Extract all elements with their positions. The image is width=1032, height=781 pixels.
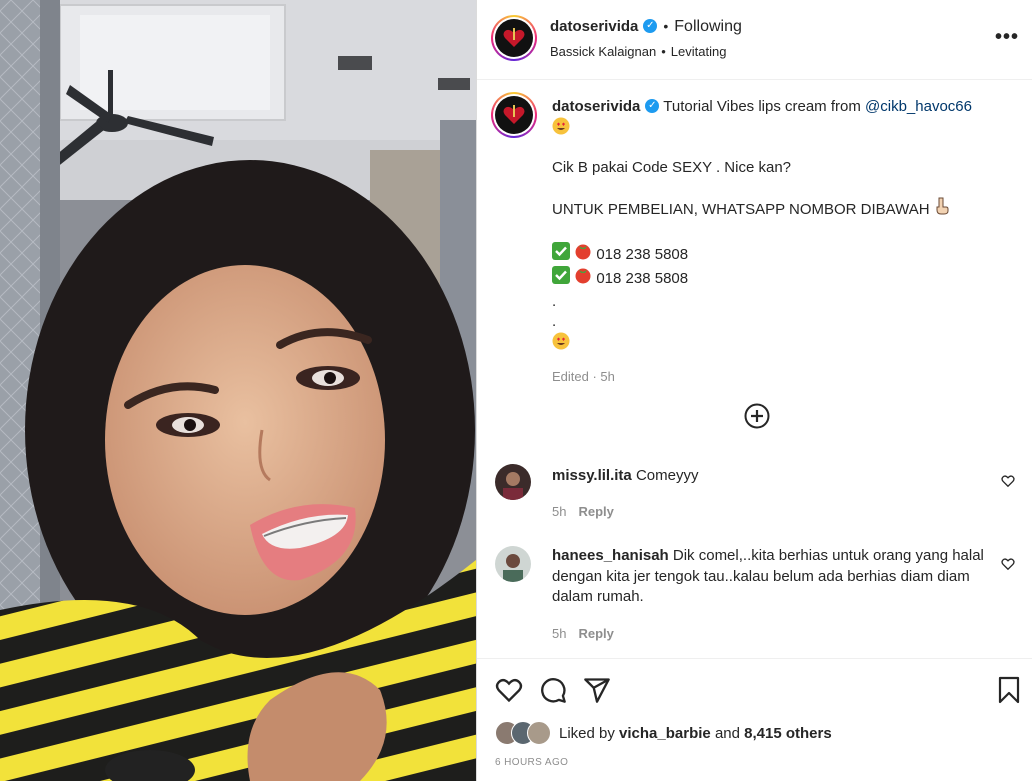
following-button[interactable]: Following [674,18,742,35]
load-more-comments-icon[interactable] [744,403,770,429]
verified-icon: ✓ [645,99,660,114]
tomato-icon [574,266,592,291]
separator-dot: • [663,18,669,34]
caption-edited-time: Edited · 5h [552,368,615,384]
likes-summary: Liked by vicha_barbie and 8,415 others [495,721,832,745]
heart-eyes-emoji-icon [552,117,570,142]
reply-button[interactable]: Reply [578,504,613,519]
mention-link[interactable]: @cikb_havoc66 [865,98,972,115]
comment-text: Comeyyy [635,467,699,484]
comment-username[interactable]: hanees_hanisah [552,547,669,564]
post-details-panel: datoserivida ✓ • Following Bassick Kalaigna… [476,0,1032,781]
share-icon[interactable] [583,676,611,704]
comment-username[interactable]: missy.lil.ita [552,467,632,484]
heart-logo-icon [503,28,525,47]
heart-logo-icon [503,105,525,124]
author-username[interactable]: datoserivida [550,18,638,35]
caption-username[interactable]: datoserivida [552,98,640,115]
audio-song-link[interactable]: Levitating [671,44,727,59]
caption-avatar[interactable] [491,92,537,138]
liker-username[interactable]: vicha_barbie [619,725,711,742]
phone-number-1: 018 238 5808 [596,245,689,263]
pointing-down-emoji-icon [934,197,950,222]
post-actions: Liked by vicha_barbie and 8,415 others 6… [477,658,1032,781]
post-media[interactable] [0,0,476,781]
bookmark-icon[interactable] [997,676,1021,704]
comment-icon[interactable] [539,676,567,704]
likes-and: and [714,724,740,742]
separator-dot: • [661,44,666,59]
phone-number-2: 018 238 5808 [596,270,689,288]
commenter-avatar[interactable] [495,464,531,500]
post-timestamp: 6 HOURS AGO [495,757,569,768]
more-options-icon[interactable]: ••• [995,26,1019,49]
caption-dot: . [552,292,557,310]
comment-time: 5h [552,504,567,519]
tomato-icon [574,242,592,267]
caption-line-code: Cik B pakai Code SEXY . Nice kan? [552,158,792,176]
reply-button[interactable]: Reply [578,626,613,641]
caption-text: Tutorial Vibes lips cream from [663,98,861,115]
like-heart-icon[interactable] [495,676,523,704]
comment-item: hanees_hanisah Dik comel,..kita berhias … [495,546,1015,646]
caption-dot: . [552,313,557,330]
commenter-avatar[interactable] [495,546,531,582]
comment-item: missy.lil.ita Comeyyy 5h Reply [495,464,1015,526]
post-header: datoserivida ✓ • Following Bassick Kalaigna… [477,0,1032,80]
liker-avatars[interactable] [495,721,553,745]
check-mark-icon [552,266,570,291]
verified-icon: ✓ [643,18,658,33]
check-mark-icon [552,241,570,267]
comment-heart-icon[interactable] [1001,474,1015,488]
post-caption: datoserivida ✓ Tutorial Vibes lips cream … [552,97,1012,387]
heart-eyes-emoji-icon [552,332,570,357]
comment-time: 5h [552,626,567,641]
caption-line-whatsapp: UNTUK PEMBELIAN, WHATSAPP NOMBOR DIBAWAH [552,201,930,219]
audio-artist-link[interactable]: Bassick Kalaignan [550,44,656,59]
comment-heart-icon[interactable] [1001,557,1015,571]
likes-count[interactable]: 8,415 others [744,725,832,742]
author-avatar[interactable] [491,15,537,61]
video-frame [0,0,476,781]
likes-prefix: Liked by [559,724,615,742]
